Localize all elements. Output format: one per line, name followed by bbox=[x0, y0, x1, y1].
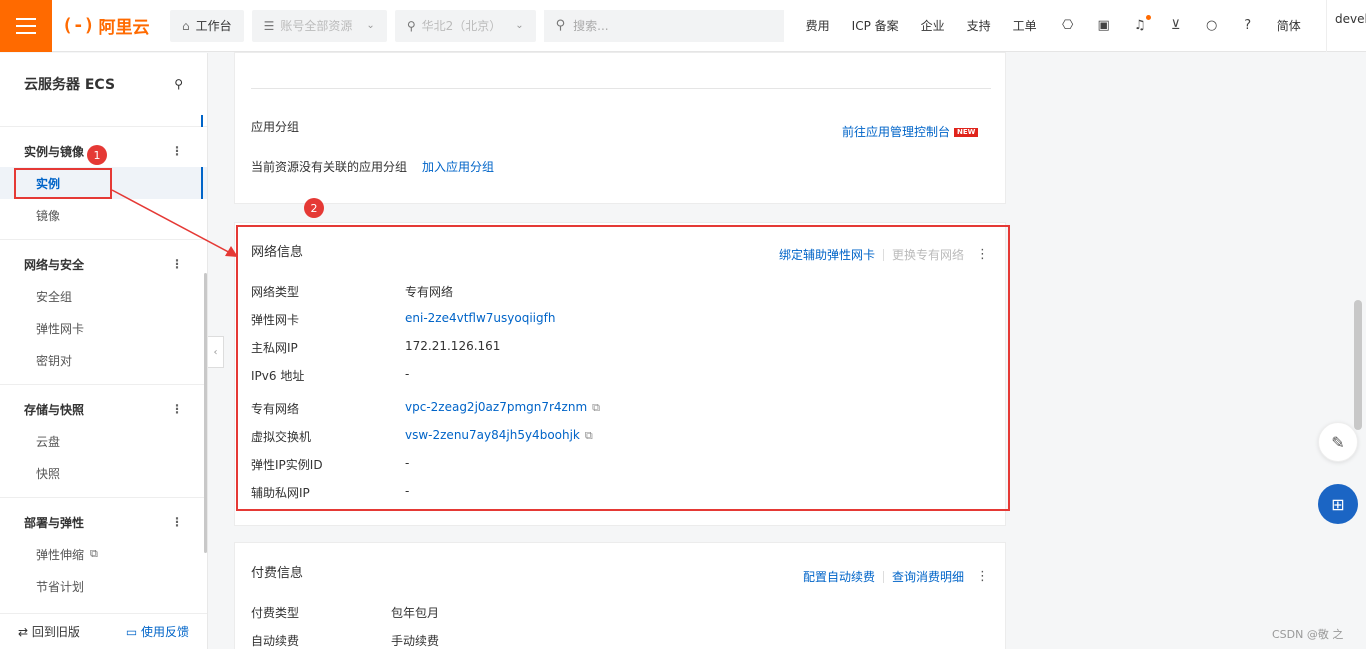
more-icon[interactable]: ⋮ bbox=[976, 569, 989, 584]
sidebar-title: 云服务器 ECS bbox=[24, 77, 116, 93]
workbench-label: 工作台 bbox=[195, 19, 232, 33]
new-badge: NEW bbox=[954, 128, 979, 137]
workbench-button[interactable]: ⌂ 工作台 bbox=[170, 9, 244, 42]
account-resources-dropdown[interactable]: ☰ 账号全部资源 ⌄ bbox=[251, 9, 387, 42]
lightbulb-icon[interactable]: ○ bbox=[1203, 17, 1221, 35]
sidebar-group-title: 网络与安全 bbox=[24, 257, 85, 272]
list-icon: ☰ bbox=[263, 18, 275, 33]
search-icon: ⚲ bbox=[555, 18, 566, 33]
edit-icon[interactable]: ✎ bbox=[1318, 422, 1358, 462]
external-link-icon: ⧉ bbox=[90, 547, 98, 560]
help-icon[interactable]: ? bbox=[1239, 17, 1257, 35]
sidebar-scrollbar[interactable] bbox=[204, 273, 207, 553]
language-switch[interactable]: 简体 bbox=[1277, 17, 1301, 34]
top-link-fees[interactable]: 费用 bbox=[806, 17, 830, 34]
chevron-down-icon: ⌄ bbox=[515, 20, 524, 31]
search-icon[interactable]: ⚲ bbox=[174, 77, 183, 91]
sidebar: 云服务器 ECS ⚲ 实例与镜像 ⋮ 实例 镜像 网络与安全 ⋮ 安全组 弹性网… bbox=[0, 53, 208, 649]
more-icon[interactable]: ⋮ bbox=[171, 257, 183, 271]
top-link-support[interactable]: 支持 bbox=[967, 17, 991, 34]
annotation-box-network bbox=[236, 225, 1010, 511]
billing-type-value: 包年包月 bbox=[391, 606, 440, 620]
annotation-badge-1: 1 bbox=[87, 145, 107, 165]
cart-icon[interactable]: ⊻ bbox=[1167, 17, 1185, 35]
feedback-label: 使用反馈 bbox=[140, 625, 189, 639]
sidebar-item-snapshot[interactable]: 快照 bbox=[0, 457, 207, 489]
notification-dot bbox=[1145, 14, 1151, 20]
sidebar-group-head[interactable]: 存储与快照 ⋮ bbox=[0, 385, 207, 425]
sidebar-item-autoscaling[interactable]: 弹性伸缩 ⧉ bbox=[0, 538, 207, 570]
billing-title: 付费信息 bbox=[251, 566, 304, 581]
sidebar-item-keypair[interactable]: 密钥对 bbox=[0, 344, 207, 376]
more-icon[interactable]: ⋮ bbox=[171, 144, 183, 158]
sidebar-header: 云服务器 ECS ⚲ bbox=[0, 53, 207, 115]
location-icon: ⚲ bbox=[406, 18, 416, 33]
region-label: 华北2（北京） bbox=[421, 19, 502, 33]
icp-icon[interactable]: ⎔ bbox=[1059, 17, 1077, 35]
annotation-badge-2: 2 bbox=[304, 198, 324, 218]
back-to-old-label: 回到旧版 bbox=[31, 625, 80, 639]
sidebar-group-title: 部署与弹性 bbox=[24, 515, 85, 530]
search-input[interactable]: ⚲ 搜索... bbox=[543, 9, 784, 42]
user-menu[interactable]: devel bbox=[1326, 0, 1366, 52]
billing-detail-link[interactable]: 查询消费明细 bbox=[892, 568, 964, 585]
sidebar-item-security-group[interactable]: 安全组 bbox=[0, 280, 207, 312]
logo-text: 阿里云 bbox=[98, 18, 150, 38]
sidebar-item-disk[interactable]: 云盘 bbox=[0, 425, 207, 457]
app-group-label: 应用分组 bbox=[251, 120, 300, 134]
sidebar-divider bbox=[0, 115, 207, 127]
top-bar: (-) 阿里云 ⌂ 工作台 ☰ 账号全部资源 ⌄ ⚲ 华北2（北京） ⌄ ⚲ 搜… bbox=[0, 0, 1366, 52]
region-dropdown[interactable]: ⚲ 华北2（北京） ⌄ bbox=[394, 9, 536, 42]
sidebar-group-head[interactable]: 网络与安全 ⋮ bbox=[0, 240, 207, 280]
sidebar-group-head[interactable]: 部署与弹性 ⋮ bbox=[0, 498, 207, 538]
sidebar-group-title: 实例与镜像 bbox=[24, 144, 85, 159]
grid-icon[interactable]: ⊞ bbox=[1318, 484, 1358, 524]
top-link-enterprise[interactable]: 企业 bbox=[921, 17, 945, 34]
sidebar-footer: ⇄ 回到旧版 ▭ 使用反馈 bbox=[0, 613, 207, 649]
divider bbox=[251, 88, 991, 89]
goto-app-console-label: 前往应用管理控制台 bbox=[842, 125, 951, 139]
terminal-icon[interactable]: ▣ bbox=[1095, 17, 1113, 35]
sidebar-group-deploy: 部署与弹性 ⋮ 弹性伸缩 ⧉ 节省计划 bbox=[0, 498, 207, 610]
auto-renew-value: 手动续费 bbox=[391, 634, 440, 648]
sidebar-item-savings-plan[interactable]: 节省计划 bbox=[0, 570, 207, 602]
kv-key: 自动续费 bbox=[251, 634, 300, 648]
sidebar-item-eni[interactable]: 弹性网卡 bbox=[0, 312, 207, 344]
chevron-down-icon: ⌄ bbox=[366, 20, 375, 31]
more-icon[interactable]: ⋮ bbox=[171, 402, 183, 416]
home-icon: ⌂ bbox=[182, 18, 190, 33]
logo-mark: (-) bbox=[62, 15, 95, 36]
sidebar-group-title: 存储与快照 bbox=[24, 402, 85, 417]
menu-icon[interactable] bbox=[0, 0, 52, 52]
app-group-card: 应用分组 前往应用管理控制台 NEW 当前资源没有关联的应用分组 加入应用分组 bbox=[234, 52, 1006, 204]
billing-card: 付费信息 配置自动续费 查询消费明细 ⋮ 付费类型 包年包月 自动续费 手动续费 bbox=[234, 542, 1006, 649]
logo[interactable]: (-) 阿里云 bbox=[62, 13, 162, 38]
separator bbox=[882, 570, 884, 583]
add-app-group-link[interactable]: 加入应用分组 bbox=[422, 158, 494, 175]
back-to-old-version[interactable]: ⇄ 回到旧版 bbox=[18, 623, 80, 640]
top-links: 费用 ICP 备案 企业 支持 工单 bbox=[806, 17, 1059, 34]
bell-icon[interactable]: ♫ bbox=[1131, 14, 1151, 35]
page-scrollbar[interactable] bbox=[1354, 300, 1362, 430]
more-icon[interactable]: ⋮ bbox=[171, 515, 183, 529]
billing-actions: 配置自动续费 查询消费明细 ⋮ bbox=[803, 568, 989, 585]
top-link-ticket[interactable]: 工单 bbox=[1013, 17, 1037, 34]
goto-app-console-link[interactable]: 前往应用管理控制台 NEW bbox=[842, 123, 979, 140]
top-link-icp[interactable]: ICP 备案 bbox=[852, 17, 899, 34]
feedback-link[interactable]: ▭ 使用反馈 bbox=[126, 623, 189, 640]
sidebar-group-network: 网络与安全 ⋮ 安全组 弹性网卡 密钥对 bbox=[0, 240, 207, 385]
annotation-box-instances bbox=[14, 168, 112, 199]
watermark: CSDN @敬 之 bbox=[1272, 628, 1344, 641]
top-icons: ⎔ ▣ ♫ ⊻ ○ ? bbox=[1059, 14, 1275, 35]
sidebar-collapse-button[interactable]: ‹ bbox=[208, 336, 224, 368]
account-resources-label: 账号全部资源 bbox=[280, 19, 353, 33]
auto-renew-link[interactable]: 配置自动续费 bbox=[803, 568, 875, 585]
sidebar-group-storage: 存储与快照 ⋮ 云盘 快照 bbox=[0, 385, 207, 498]
sidebar-item-label: 弹性伸缩 bbox=[36, 547, 85, 562]
sidebar-item-images[interactable]: 镜像 bbox=[0, 199, 207, 231]
search-placeholder: 搜索... bbox=[573, 19, 609, 33]
app-group-empty-text: 当前资源没有关联的应用分组 bbox=[251, 160, 408, 174]
kv-key: 付费类型 bbox=[251, 606, 300, 620]
